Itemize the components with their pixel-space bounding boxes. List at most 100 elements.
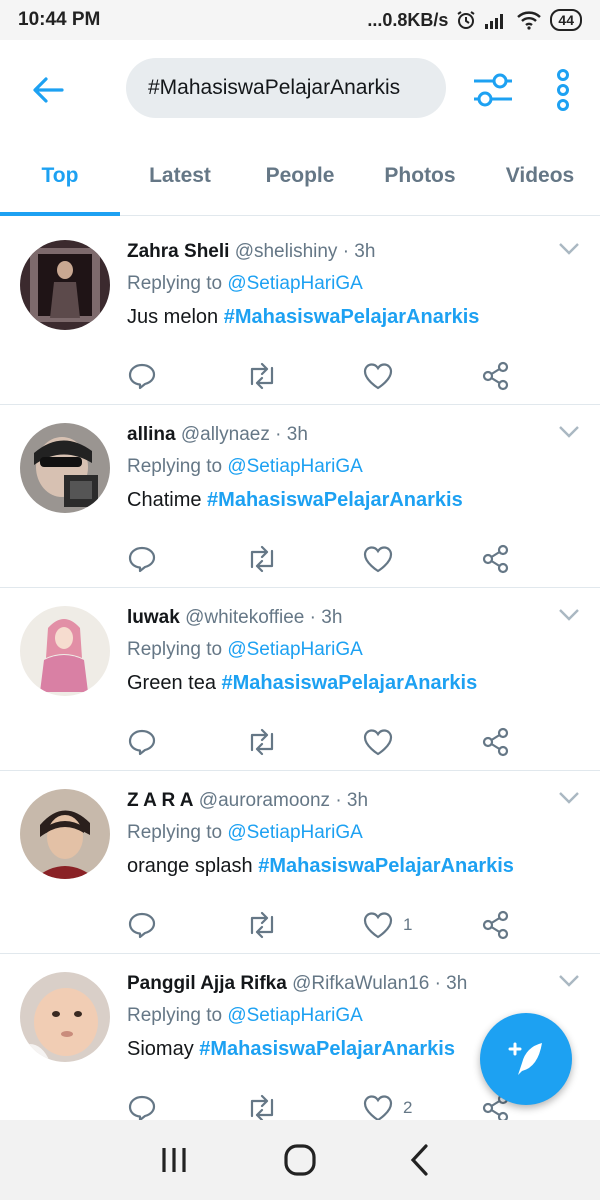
search-input[interactable]: #MahasiswaPelajarAnarkis	[126, 58, 446, 118]
tweet-text-body: Siomay	[127, 1038, 200, 1060]
avatar[interactable]	[20, 240, 110, 330]
tab-photos[interactable]: Photos	[360, 140, 480, 215]
reply-icon	[128, 1095, 156, 1122]
author-handle: @shelishiny	[234, 241, 338, 262]
avatar[interactable]	[20, 972, 110, 1062]
tweet-card[interactable]: allina @allynaez · 3h Replying to @Setia…	[0, 405, 600, 588]
author-name[interactable]: allina	[127, 424, 176, 445]
status-bar: 10:44 PM ...0.8KB/s 44	[0, 0, 600, 40]
system-back-button[interactable]	[390, 1138, 450, 1182]
tab-bar: Top Latest People Photos Videos	[0, 140, 600, 216]
back-icon	[410, 1144, 428, 1176]
tab-people[interactable]: People	[240, 140, 360, 215]
tweet-time: · 3h	[335, 790, 369, 811]
tweet-actions	[127, 722, 527, 762]
avatar[interactable]	[20, 423, 110, 513]
reply-icon	[128, 363, 156, 390]
filter-sliders-icon	[474, 73, 512, 107]
share-button[interactable]	[481, 905, 511, 945]
recent-apps-icon	[162, 1148, 186, 1172]
author-handle: @auroramoonz	[198, 790, 331, 811]
share-button[interactable]	[481, 722, 511, 762]
replying-prefix: Replying to	[127, 822, 228, 843]
replying-prefix: Replying to	[127, 456, 228, 477]
share-button[interactable]	[481, 539, 511, 579]
like-button[interactable]	[363, 722, 403, 762]
author-name[interactable]: Zahra Sheli	[127, 241, 229, 262]
heart-icon	[363, 912, 393, 939]
avatar[interactable]	[20, 606, 110, 696]
retweet-button[interactable]	[245, 356, 279, 396]
tab-videos[interactable]: Videos	[480, 140, 600, 215]
more-options-button[interactable]	[548, 66, 578, 116]
chevron-down-icon[interactable]	[558, 608, 580, 622]
reply-icon	[128, 546, 156, 573]
more-vertical-icon	[557, 69, 569, 111]
tweet-time: · 3h	[434, 973, 468, 994]
hashtag-link[interactable]: #MahasiswaPelajarAnarkis	[224, 306, 480, 328]
compose-tweet-icon	[508, 1042, 542, 1075]
hashtag-link[interactable]: #MahasiswaPelajarAnarkis	[222, 672, 478, 694]
share-button[interactable]	[481, 356, 511, 396]
retweet-icon	[250, 362, 274, 390]
like-count: 2	[403, 1098, 413, 1117]
tweet-body: luwak @whitekoffiee · 3h Replying to @Se…	[127, 602, 560, 700]
tweet-time: · 3h	[342, 241, 376, 262]
hashtag-link[interactable]: #MahasiswaPelajarAnarkis	[258, 855, 514, 877]
signal-icon	[485, 14, 504, 29]
like-button[interactable]	[363, 539, 403, 579]
hashtag-link[interactable]: #MahasiswaPelajarAnarkis	[199, 1038, 455, 1060]
heart-icon	[363, 729, 393, 756]
replying-to: Replying to @SetiapHariGA	[127, 634, 560, 666]
reply-mention-link[interactable]: @SetiapHariGA	[227, 1005, 362, 1026]
tweet-actions	[127, 356, 527, 396]
retweet-button[interactable]	[245, 722, 279, 762]
reply-mention-link[interactable]: @SetiapHariGA	[227, 273, 362, 294]
chevron-down-icon[interactable]	[558, 425, 580, 439]
back-button[interactable]	[28, 70, 68, 110]
heart-icon	[363, 363, 393, 390]
like-button[interactable]: 1	[363, 905, 412, 945]
like-button[interactable]	[363, 356, 403, 396]
tweet-text-body: Chatime	[127, 489, 208, 511]
author-name[interactable]: Panggil Ajja Rifka	[127, 973, 287, 994]
replying-to: Replying to @SetiapHariGA	[127, 268, 560, 300]
author-name[interactable]: luwak	[127, 607, 180, 628]
retweet-button[interactable]	[245, 539, 279, 579]
reply-button[interactable]	[127, 722, 157, 762]
chevron-down-icon[interactable]	[558, 974, 580, 988]
reply-button[interactable]	[127, 905, 157, 945]
replying-prefix: Replying to	[127, 1005, 228, 1026]
retweet-icon	[250, 911, 274, 939]
tweet-card[interactable]: luwak @whitekoffiee · 3h Replying to @Se…	[0, 588, 600, 771]
tweet-text-body: Jus melon	[127, 306, 224, 328]
chevron-down-icon[interactable]	[558, 791, 580, 805]
tweet-header: allina @allynaez · 3h	[127, 419, 560, 451]
tab-latest[interactable]: Latest	[120, 140, 240, 215]
reply-button[interactable]	[127, 539, 157, 579]
reply-mention-link[interactable]: @SetiapHariGA	[227, 822, 362, 843]
battery-icon: 44	[550, 9, 582, 31]
compose-tweet-button[interactable]	[480, 1013, 572, 1105]
tweet-actions: 1	[127, 905, 527, 945]
system-nav-bar	[0, 1120, 600, 1200]
tweet-card[interactable]: Zahra Sheli @shelishiny · 3h Replying to…	[0, 222, 600, 405]
search-filter-button[interactable]	[470, 68, 516, 112]
tweet-card[interactable]: Z A R A @auroramoonz · 3h Replying to @S…	[0, 771, 600, 954]
avatar[interactable]	[20, 789, 110, 879]
reply-mention-link[interactable]: @SetiapHariGA	[227, 456, 362, 477]
tab-top[interactable]: Top	[0, 140, 120, 216]
network-speed: ...0.8KB/s	[367, 9, 449, 30]
reply-button[interactable]	[127, 356, 157, 396]
replying-prefix: Replying to	[127, 273, 228, 294]
reply-mention-link[interactable]: @SetiapHariGA	[227, 639, 362, 660]
retweet-button[interactable]	[245, 905, 279, 945]
tweet-feed: Zahra Sheli @shelishiny · 3h Replying to…	[0, 222, 600, 1137]
author-name[interactable]: Z A R A	[127, 790, 194, 811]
hashtag-link[interactable]: #MahasiswaPelajarAnarkis	[207, 489, 463, 511]
recent-apps-button[interactable]	[144, 1138, 204, 1182]
chevron-down-icon[interactable]	[558, 242, 580, 256]
tweet-text: Jus melon #MahasiswaPelajarAnarkis	[127, 300, 560, 334]
retweet-icon	[250, 545, 274, 573]
home-button[interactable]	[270, 1138, 330, 1182]
